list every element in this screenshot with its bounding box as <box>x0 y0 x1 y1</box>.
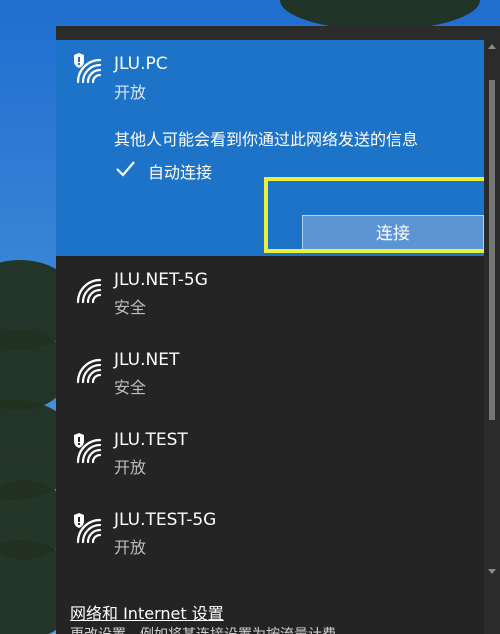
network-name: JLU.NET <box>114 350 180 370</box>
settings-description: 更改设置，例如将某连接设置为按流量计费。 <box>70 624 350 634</box>
auto-connect-label: 自动连接 <box>148 163 213 182</box>
network-item[interactable]: JLU.TEST 开放 <box>56 420 484 500</box>
scroll-up-arrow-icon[interactable] <box>488 44 496 49</box>
wifi-flyout-panel: JLU.PC 开放 其他人可能会看到你通过此网络发送的信息 自动连接 连接 JL… <box>56 26 500 634</box>
wifi-shield-icon <box>74 433 102 464</box>
wifi-shield-icon <box>74 53 102 84</box>
panel-top-bar <box>56 26 500 40</box>
network-item[interactable]: JLU.TEST-5G 开放 <box>56 500 484 580</box>
scrollbar[interactable] <box>484 40 500 634</box>
network-name: JLU.NET-5G <box>114 270 208 290</box>
network-item[interactable]: JLU.NET-5G 安全 <box>56 260 484 340</box>
network-status: 开放 <box>114 458 147 477</box>
security-warning-text: 其他人可能会看到你通过此网络发送的信息 <box>114 130 419 149</box>
network-item[interactable]: JLU.NET 安全 <box>56 340 484 420</box>
wifi-shield-icon <box>74 513 102 544</box>
network-status: 开放 <box>114 538 147 557</box>
checkmark-icon[interactable] <box>114 158 136 180</box>
network-settings-link[interactable]: 网络和 Internet 设置 <box>70 600 224 624</box>
network-status: 安全 <box>114 298 147 317</box>
network-status: 开放 <box>114 83 147 102</box>
highlight-annotation-box <box>264 177 492 253</box>
network-status: 安全 <box>114 378 147 397</box>
network-name: JLU.PC <box>114 54 168 74</box>
scrollbar-thumb[interactable] <box>489 80 495 420</box>
wifi-icon <box>76 278 102 304</box>
network-name: JLU.TEST-5G <box>114 510 217 530</box>
scroll-down-arrow-icon[interactable] <box>488 569 496 574</box>
network-name: JLU.TEST <box>114 430 188 450</box>
wifi-icon <box>76 358 102 384</box>
